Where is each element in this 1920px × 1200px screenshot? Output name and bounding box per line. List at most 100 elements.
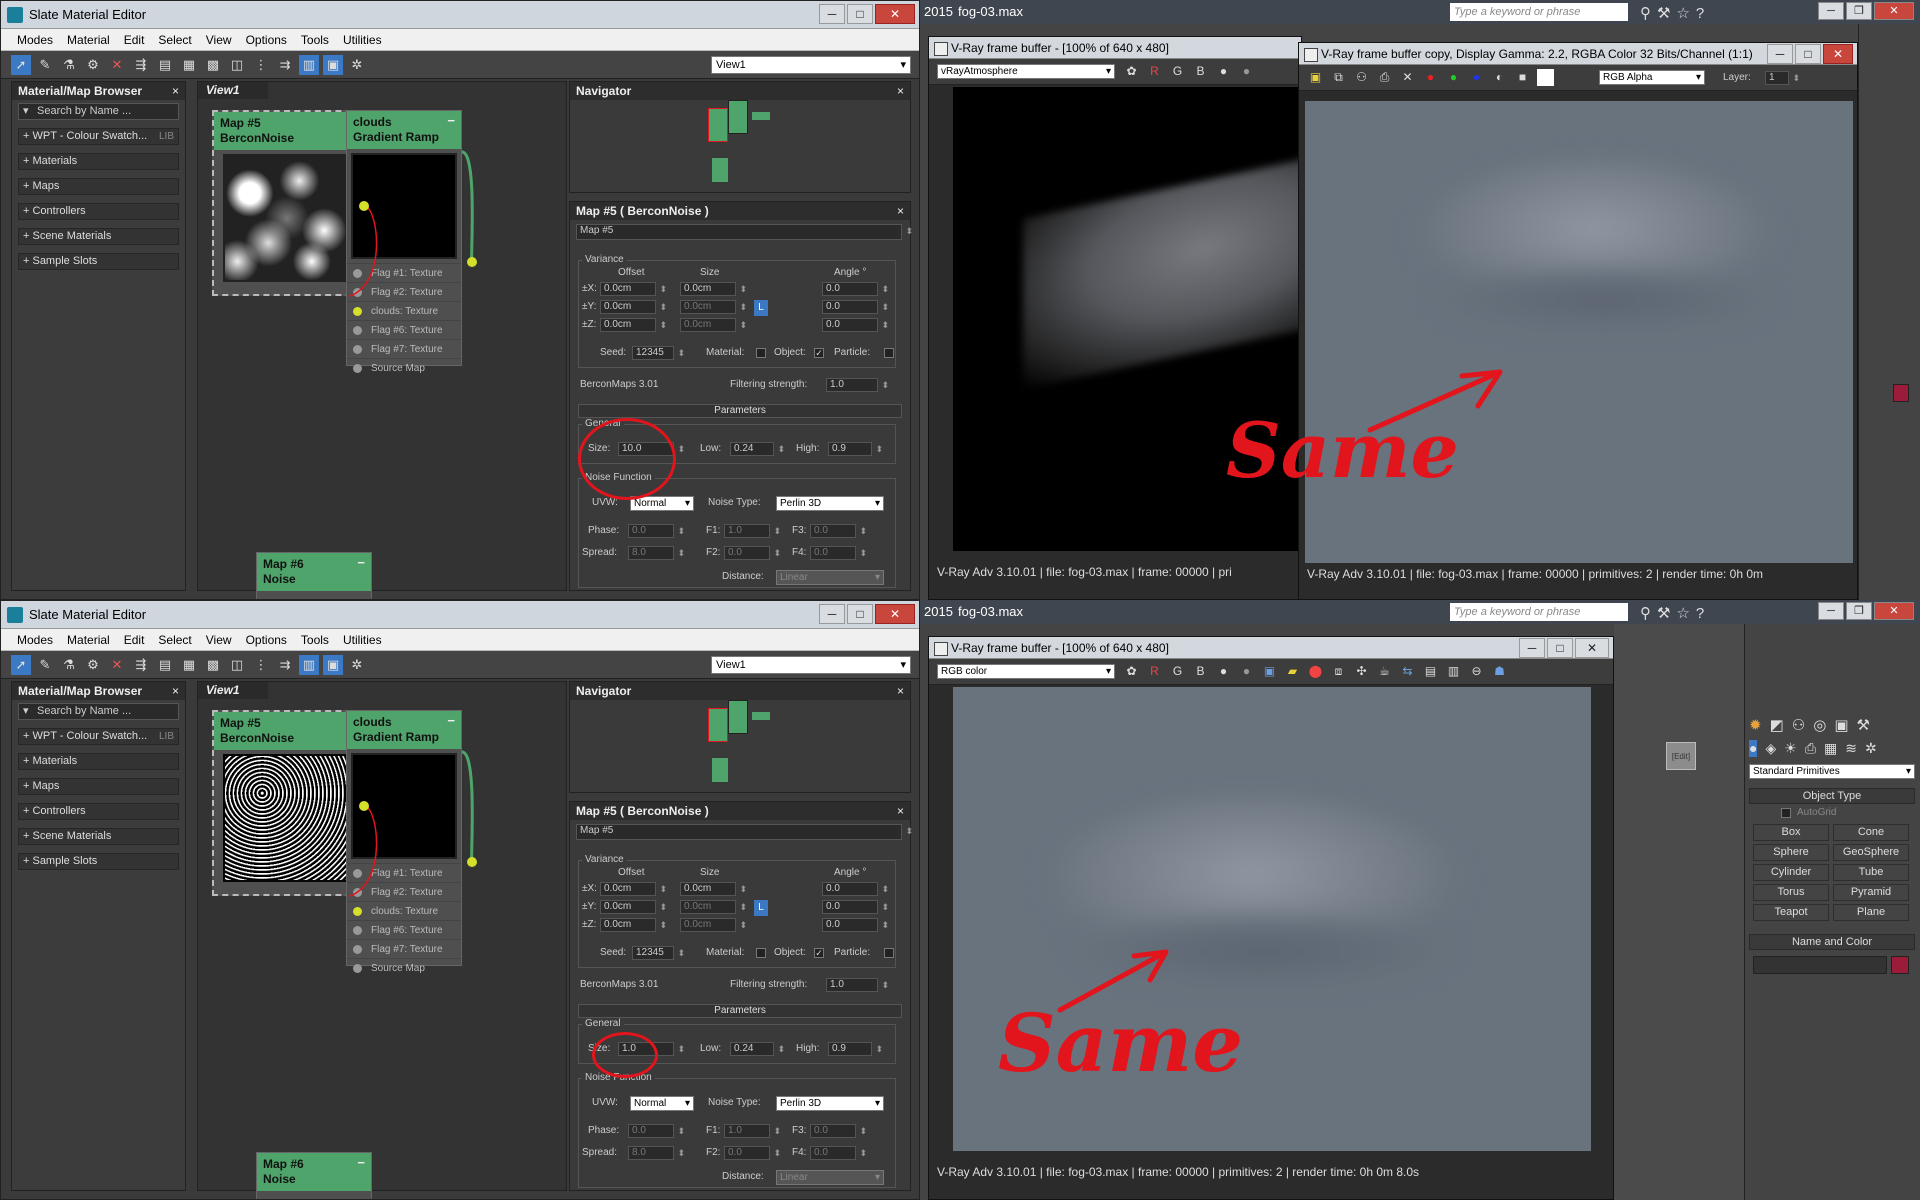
red-channel-button[interactable]: R bbox=[1146, 63, 1163, 80]
move-children-icon[interactable]: ⇶ bbox=[131, 55, 151, 75]
menu-utilities[interactable]: Utilities bbox=[343, 29, 382, 50]
size-x-field[interactable]: 0.0cm bbox=[680, 282, 747, 296]
uvw-dropdown[interactable]: Normal bbox=[630, 1096, 694, 1111]
cylinder-button[interactable]: Cylinder bbox=[1753, 864, 1829, 881]
eyedropper-icon[interactable]: ✎ bbox=[35, 655, 55, 675]
systems-icon[interactable]: ✲ bbox=[1865, 740, 1877, 757]
utilities-tab-icon[interactable]: ⚒ bbox=[1857, 716, 1870, 734]
box-button[interactable]: Box bbox=[1753, 824, 1829, 841]
restore-icon[interactable]: ❐ bbox=[1846, 2, 1872, 20]
offset-x-field[interactable]: 0.0cm bbox=[600, 282, 667, 296]
node-view[interactable]: View1 Map #5BerconNoise+ cloudsGradient … bbox=[197, 681, 567, 1199]
reset-map-icon[interactable]: ⚙ bbox=[83, 55, 103, 75]
clear-icon[interactable]: ✕ bbox=[1399, 69, 1416, 86]
wrench-icon[interactable]: ⚒ bbox=[1657, 2, 1670, 26]
motion-tab-icon[interactable]: ◎ bbox=[1813, 716, 1826, 734]
noise-type-dropdown[interactable]: Perlin 3D bbox=[776, 496, 884, 511]
size-x-field[interactable]: 0.0cm bbox=[680, 882, 747, 896]
f1-field[interactable]: 1.0 bbox=[724, 1124, 781, 1138]
spacewarps-icon[interactable]: ≋ bbox=[1845, 740, 1857, 757]
cone-button[interactable]: Cone bbox=[1833, 824, 1909, 841]
print-icon[interactable]: ⎙ bbox=[1376, 69, 1393, 86]
history-icon[interactable]: ▤ bbox=[1422, 663, 1439, 680]
offset-z-field[interactable]: 0.0cm bbox=[600, 318, 667, 332]
maximize-icon[interactable]: □ bbox=[847, 4, 873, 24]
name-color-rollout[interactable]: Name and Color bbox=[1749, 934, 1915, 950]
parameter-editor-icon[interactable]: ▣ bbox=[323, 654, 343, 675]
binoculars-icon[interactable]: ⚲ bbox=[1640, 602, 1651, 626]
material-checkbox[interactable] bbox=[756, 948, 766, 958]
high-field[interactable]: 0.9 bbox=[828, 442, 883, 456]
material-map-browser-icon[interactable]: ▥ bbox=[299, 654, 319, 675]
close-icon[interactable]: ✕ bbox=[1823, 44, 1853, 64]
object-checkbox[interactable]: ✓ bbox=[814, 348, 824, 358]
pyramid-button[interactable]: Pyramid bbox=[1833, 884, 1909, 901]
green-channel-icon[interactable]: ● bbox=[1445, 69, 1462, 86]
grey-dot-icon[interactable]: ● bbox=[1238, 663, 1255, 680]
browser-item-materials[interactable]: + Materials bbox=[18, 153, 179, 170]
f3-field[interactable]: 0.0 bbox=[810, 1124, 867, 1138]
binoculars-icon[interactable]: ⚲ bbox=[1640, 2, 1651, 26]
minimize-icon[interactable]: ─ bbox=[1767, 44, 1793, 64]
shapes-icon[interactable]: ◈ bbox=[1765, 740, 1776, 757]
copy-icon[interactable]: ⧉ bbox=[1330, 69, 1347, 86]
close-icon[interactable]: ✕ bbox=[875, 4, 915, 24]
menu-options[interactable]: Options bbox=[246, 29, 287, 50]
node-map6[interactable]: Map #6 Noise − bbox=[256, 552, 372, 599]
browser-item-maps[interactable]: + Maps bbox=[18, 178, 179, 195]
navigator-panel[interactable]: Navigator × bbox=[569, 681, 911, 793]
browser-item-sample-slots[interactable]: + Sample Slots bbox=[18, 853, 179, 870]
red-channel-button[interactable]: R bbox=[1146, 663, 1163, 680]
background-icon[interactable]: ▩ bbox=[203, 55, 223, 75]
stamp-icon[interactable]: ⊖ bbox=[1468, 663, 1485, 680]
browser-search-input[interactable]: Search by Name ... bbox=[18, 103, 179, 120]
help-icon[interactable]: ? bbox=[1696, 602, 1704, 626]
green-channel-button[interactable]: G bbox=[1169, 63, 1186, 80]
noise-type-dropdown[interactable]: Perlin 3D bbox=[776, 1096, 884, 1111]
menu-modes[interactable]: Modes bbox=[17, 629, 53, 650]
select-arrow-icon[interactable]: ➚ bbox=[11, 654, 31, 675]
object-checkbox[interactable]: ✓ bbox=[814, 948, 824, 958]
channel-dropdown[interactable]: RGB color bbox=[937, 664, 1115, 679]
menu-view[interactable]: View bbox=[206, 629, 232, 650]
show-map-icon[interactable]: ▦ bbox=[179, 55, 199, 75]
lights-icon[interactable]: ☀ bbox=[1784, 740, 1797, 757]
blue-channel-icon[interactable]: ● bbox=[1468, 69, 1485, 86]
hide-slots-icon[interactable]: ⋮ bbox=[251, 55, 271, 75]
minimize-icon[interactable]: ─ bbox=[1519, 638, 1545, 658]
navigator-panel[interactable]: Navigator × bbox=[569, 81, 911, 193]
filtering-field[interactable]: 1.0 bbox=[826, 378, 889, 392]
white-swatch-icon[interactable] bbox=[1537, 69, 1554, 86]
high-field[interactable]: 0.9 bbox=[828, 1042, 883, 1056]
size-z-field[interactable]: 0.0cm bbox=[680, 918, 747, 932]
view-dropdown[interactable]: View1 bbox=[711, 656, 911, 674]
object-type-rollout[interactable]: Object Type bbox=[1749, 788, 1915, 804]
size-y-field[interactable]: 0.0cm bbox=[680, 300, 747, 314]
layer-field[interactable]: 1 bbox=[1765, 71, 1800, 85]
menu-select[interactable]: Select bbox=[158, 29, 191, 50]
browser-item-scene-materials[interactable]: + Scene Materials bbox=[18, 228, 179, 245]
material-map-browser-icon[interactable]: ▥ bbox=[299, 54, 319, 75]
track-mouse-icon[interactable]: ✣ bbox=[1353, 663, 1370, 680]
close-icon[interactable]: × bbox=[897, 802, 904, 820]
browser-item-controllers[interactable]: + Controllers bbox=[18, 203, 179, 220]
region-render-icon[interactable]: ⧈ bbox=[1330, 663, 1347, 680]
lock-size-button[interactable]: L bbox=[754, 900, 768, 916]
cameras-icon[interactable]: ⎙ bbox=[1805, 740, 1816, 757]
browser-item-sample-slots[interactable]: + Sample Slots bbox=[18, 253, 179, 270]
save-icon[interactable]: ▣ bbox=[1261, 663, 1278, 680]
geosphere-button[interactable]: GeoSphere bbox=[1833, 844, 1909, 861]
close-icon[interactable]: × bbox=[172, 82, 179, 100]
stop-render-icon[interactable]: ⬤ bbox=[1307, 663, 1324, 680]
collapse-icon[interactable]: − bbox=[357, 555, 365, 570]
eyedropper-icon[interactable]: ✎ bbox=[35, 55, 55, 75]
white-dot-icon[interactable]: ● bbox=[1215, 63, 1232, 80]
browser-item-controllers[interactable]: + Controllers bbox=[18, 803, 179, 820]
primitives-dropdown[interactable]: Standard Primitives bbox=[1749, 764, 1915, 779]
distance-dropdown[interactable]: Linear bbox=[776, 1170, 884, 1185]
angle-z-field[interactable]: 0.0 bbox=[822, 318, 889, 332]
menu-tools[interactable]: Tools bbox=[301, 29, 329, 50]
sphere-button[interactable]: Sphere bbox=[1753, 844, 1829, 861]
particle-checkbox[interactable] bbox=[884, 948, 894, 958]
browser-item-maps[interactable]: + Maps bbox=[18, 778, 179, 795]
